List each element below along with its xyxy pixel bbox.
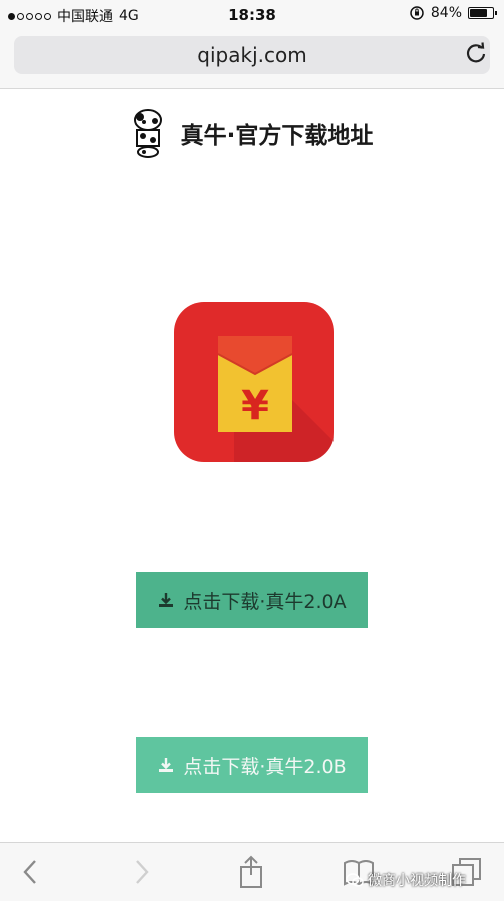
forward-arrow-icon[interactable]: [124, 855, 158, 889]
download-button-a[interactable]: 点击下载·真牛2.0A: [136, 572, 368, 628]
url-field[interactable]: qipakj.com: [14, 36, 490, 74]
wechat-icon: [346, 873, 364, 887]
reload-icon[interactable]: [462, 39, 490, 67]
watermark-text: 微商小视频制作: [368, 873, 466, 889]
share-icon[interactable]: [234, 855, 268, 889]
orientation-lock-icon: [410, 6, 424, 20]
download-button-b-label: 点击下载·真牛2.0B: [183, 755, 347, 778]
cow-logo-icon: [133, 109, 162, 158]
battery-icon: [468, 7, 497, 19]
download-icon: [159, 758, 174, 772]
back-arrow-icon[interactable]: [14, 855, 48, 889]
status-bar: 中国联通 4G 18:38 84%: [0, 0, 504, 30]
download-button-b[interactable]: 点击下载·真牛2.0B: [136, 737, 368, 793]
browser-address-area: qipakj.com: [0, 30, 504, 89]
svg-text:¥: ¥: [241, 383, 269, 429]
status-right: 84%: [409, 5, 497, 21]
red-envelope-yuan-icon: ¥: [174, 302, 334, 462]
battery-percent: 84%: [430, 5, 462, 21]
watermark: 微商小视频制作: [346, 870, 466, 890]
page-title: 真牛·官方下载地址: [180, 123, 374, 149]
download-button-a-label: 点击下载·真牛2.0A: [183, 590, 347, 613]
download-icon: [159, 593, 174, 607]
page-header: 真牛·官方下载地址: [0, 108, 504, 158]
